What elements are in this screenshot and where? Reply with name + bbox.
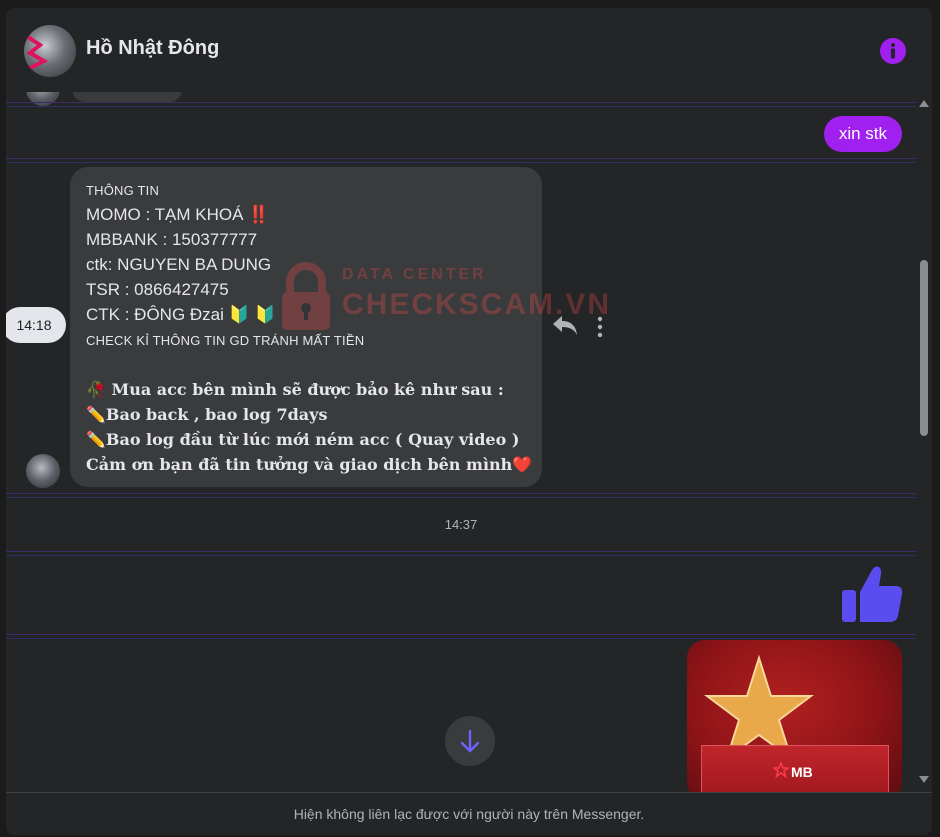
divider (6, 551, 916, 552)
message-line: ctk: NGUYEN BA DUNG (86, 255, 272, 274)
unavailable-notice: Hiện không liên lạc được với người này t… (6, 792, 932, 835)
scroll-up-arrow-icon[interactable] (919, 100, 929, 107)
watermark-subtitle: DATA CENTER (342, 266, 487, 283)
contact-avatar[interactable] (24, 25, 76, 77)
divider (6, 497, 916, 498)
message-line: 🥀 Mua acc bên mình sẽ được bảo kê như sa… (86, 380, 504, 399)
reply-icon[interactable] (552, 314, 578, 336)
message-list[interactable]: xin stk 14:18 THÔNG TIN MOMO : TẠM KHOÁ … (6, 92, 916, 792)
contact-avatar-small (26, 454, 60, 488)
message-line: MOMO : TẠM KHOÁ ‼️ (86, 205, 270, 224)
mb-star-icon (773, 762, 789, 778)
contact-avatar-small (26, 92, 60, 106)
scroll-to-bottom-button[interactable] (445, 716, 495, 766)
info-icon[interactable] (879, 37, 907, 65)
divider (6, 158, 916, 159)
message-line: MBBANK : 150377777 (86, 230, 258, 249)
lock-icon (282, 262, 330, 330)
more-options-icon[interactable] (596, 316, 604, 338)
scroll-down-arrow-icon[interactable] (919, 776, 929, 783)
avatar-scribble-icon (24, 25, 49, 71)
message-line: CTK : ĐÔNG Đzai 🔰 🔰 (86, 305, 276, 324)
divider (6, 162, 916, 163)
previous-message-bubble (72, 92, 182, 102)
message-line: ✏️Bao log đầu từ lúc mới ném acc ( Quay … (86, 430, 520, 449)
mb-label: MB (791, 764, 813, 780)
message-line: TSR : 0866427475 (86, 280, 229, 299)
divider (6, 555, 916, 556)
message-line: Cảm ơn bạn đã tin tưởng và giao dịch bên… (86, 455, 533, 474)
message-line: ✏️Bao back , bao log 7days (86, 405, 328, 424)
divider (6, 106, 916, 107)
scrollbar-thumb[interactable] (920, 260, 928, 436)
outgoing-message[interactable]: xin stk (823, 116, 902, 152)
divider (6, 493, 916, 494)
messenger-window: Hồ Nhật Đông xin stk 14:18 THÔNG TIN MOM… (6, 8, 932, 835)
divider (6, 634, 916, 635)
divider (6, 638, 916, 639)
scrollbar[interactable] (916, 92, 932, 792)
image-attachment[interactable]: MB (687, 640, 902, 792)
divider (6, 102, 916, 103)
watermark: DATA CENTER CHECKSCAM.VN (278, 262, 609, 336)
message-line: THÔNG TIN (86, 183, 160, 198)
like-thumbs-up-icon[interactable] (840, 562, 904, 626)
arrow-down-icon (460, 729, 480, 753)
timestamp-separator: 14:37 (444, 517, 478, 532)
message-time-tooltip: 14:18 (6, 307, 66, 343)
contact-name[interactable]: Hồ Nhật Đông (86, 37, 219, 60)
chat-header: Hồ Nhật Đông (6, 8, 932, 92)
